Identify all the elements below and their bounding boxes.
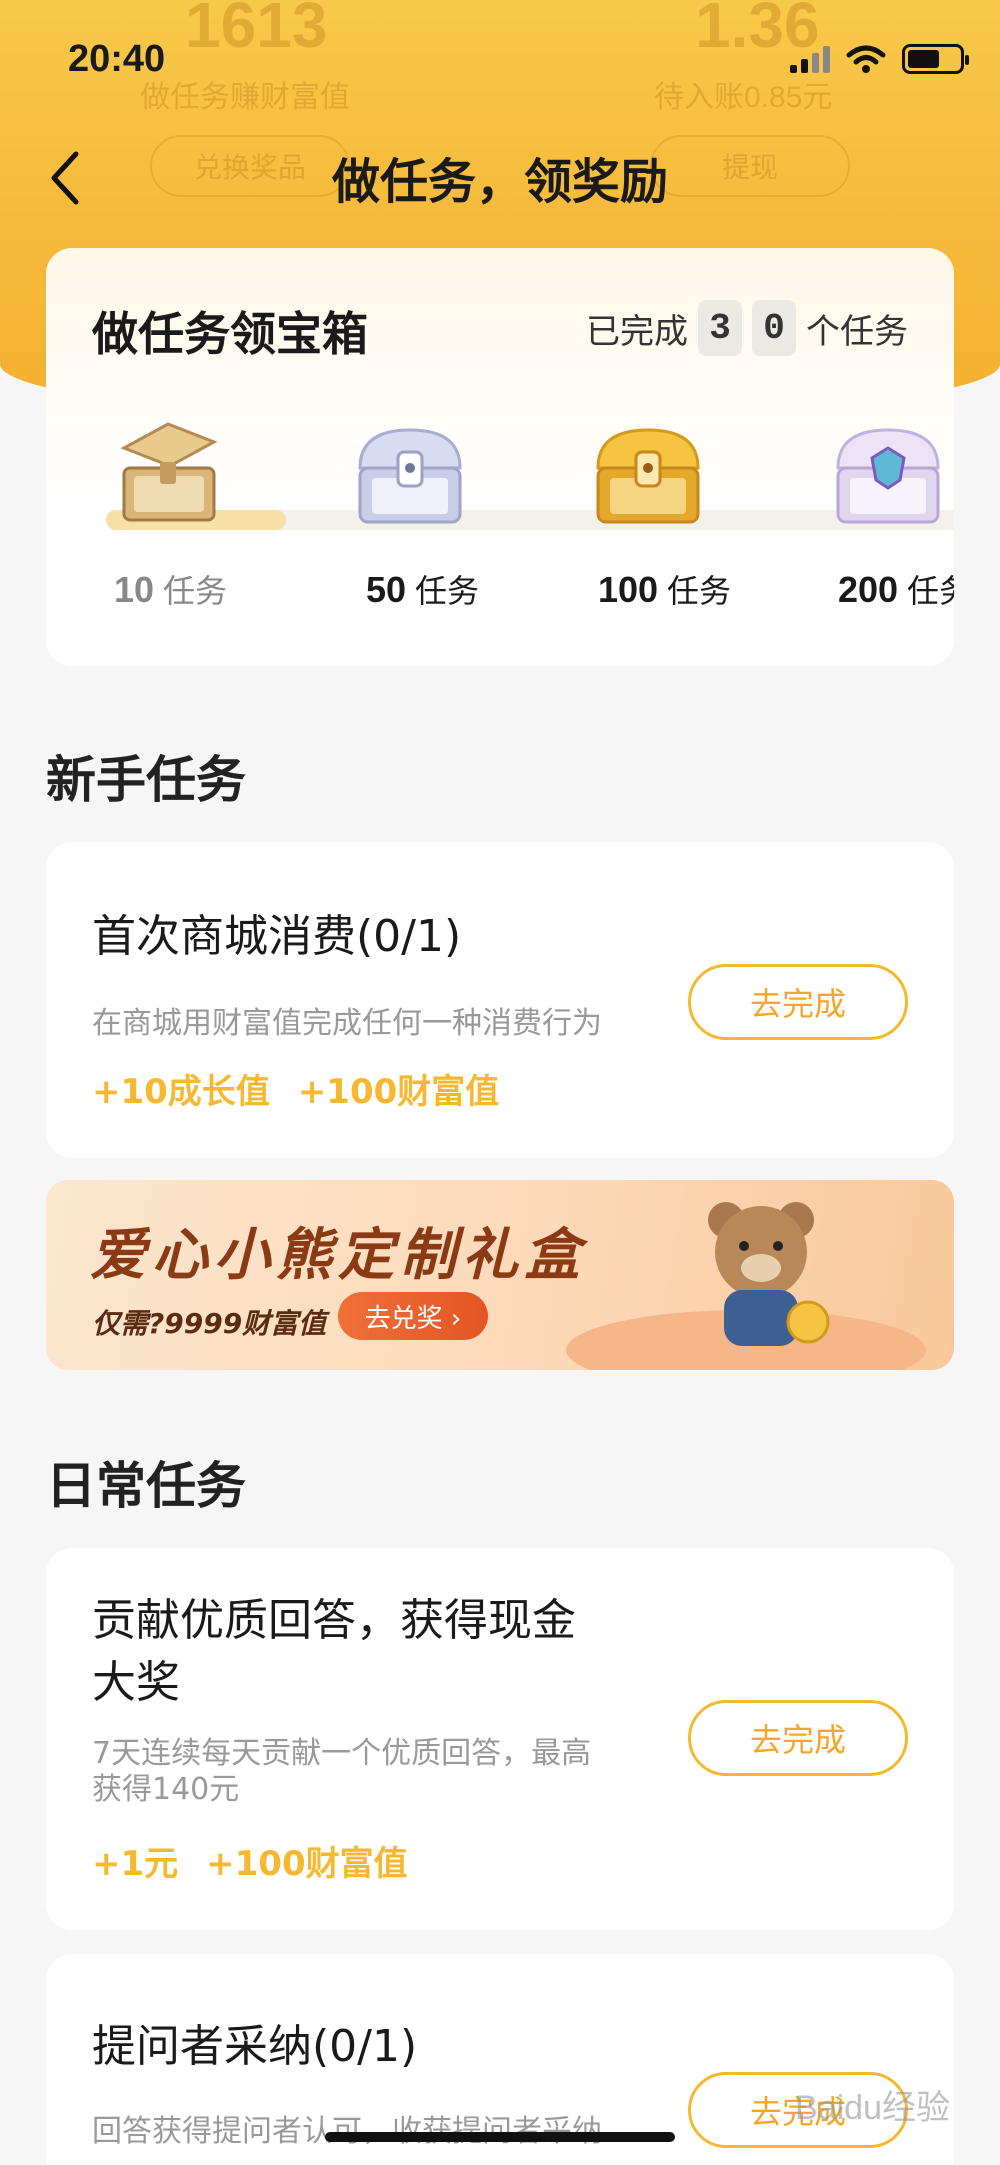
- home-indicator[interactable]: [325, 2132, 675, 2142]
- task-progress: 已完成 3 0 个任务: [586, 300, 908, 356]
- silver-chest-icon[interactable]: [352, 418, 468, 528]
- watermark: Baidu经验: [795, 2089, 950, 2127]
- task-title: 提问者采纳(0/1): [92, 2021, 418, 2072]
- newbie-section-title: 新手任务: [46, 751, 246, 809]
- wealth-label: 做任务赚财富值: [140, 81, 350, 114]
- banner-subtitle: 仅需?9999财富值: [92, 1307, 327, 1340]
- task-description-line: 7天连续每天贡献一个优质回答，最高: [92, 1736, 592, 1771]
- task-description-line: 获得140元: [92, 1772, 240, 1807]
- task-rewards: +1元 +100财富值: [92, 1836, 408, 1885]
- complete-task-button[interactable]: 去完成: [688, 964, 908, 1040]
- wealth-reward: +100财富值: [297, 1072, 500, 1112]
- wifi-icon: [846, 45, 886, 73]
- wealth-value: 1613: [185, 0, 328, 61]
- complete-task-button[interactable]: 去完成: [688, 1700, 908, 1776]
- chest-label-200: 200 任务: [838, 569, 954, 610]
- task-title: 首次商城消费(0/1): [92, 911, 462, 962]
- crystal-chest-icon[interactable]: [830, 418, 946, 528]
- task-title-line: 大奖: [92, 1657, 180, 1708]
- status-icons: [790, 44, 969, 74]
- wooden-chest-icon[interactable]: [110, 418, 226, 528]
- daily-section-title: 日常任务: [46, 1457, 246, 1515]
- banner-title: 爱心小熊定制礼盒: [90, 1223, 586, 1288]
- task-card-first-purchase: 首次商城消费(0/1) 在商城用财富值完成任何一种消费行为 +10成长值 +10…: [46, 842, 954, 1158]
- wealth-reward: +100财富值: [206, 1844, 408, 1884]
- chest-label-100: 100 任务: [598, 569, 731, 610]
- page-title: 做任务，领奖励: [331, 154, 668, 210]
- pending-cash-label: 待入账0.85元: [654, 81, 833, 114]
- task-card-quality-answer: 贡献优质回答，获得现金 大奖 7天连续每天贡献一个优质回答，最高 获得140元 …: [46, 1548, 954, 1930]
- task-description: 在商城用财富值完成任何一种消费行为: [92, 1006, 602, 1041]
- progress-digit: 3: [698, 300, 742, 356]
- progress-digit: 0: [752, 300, 796, 356]
- gold-chest-icon[interactable]: [590, 418, 706, 528]
- redeem-button[interactable]: 去兑奖 ›: [338, 1292, 488, 1340]
- cash-reward: +1元: [92, 1844, 179, 1884]
- treasure-title: 做任务领宝箱: [92, 307, 368, 361]
- chest-label-10: 10 任务: [114, 569, 227, 610]
- chest-label-50: 50 任务: [366, 569, 479, 610]
- teddy-bear-icon: [708, 1202, 830, 1346]
- gift-box-banner[interactable]: 爱心小熊定制礼盒 仅需?9999财富值 去兑奖 ›: [46, 1180, 954, 1370]
- task-rewards: +10成长值 +100财富值: [92, 1064, 499, 1113]
- status-time: 20:40: [68, 38, 166, 80]
- progress-suffix: 个任务: [806, 311, 908, 352]
- treasure-box-card: 做任务领宝箱 已完成 3 0 个任务 10 任务 50 任务 100 任务 20…: [46, 248, 954, 666]
- cellular-signal-icon: [790, 45, 830, 73]
- battery-icon: [902, 44, 969, 74]
- task-title-line: 贡献优质回答，获得现金: [92, 1595, 576, 1646]
- progress-prefix: 已完成: [586, 311, 688, 352]
- growth-reward: +10成长值: [92, 1072, 270, 1112]
